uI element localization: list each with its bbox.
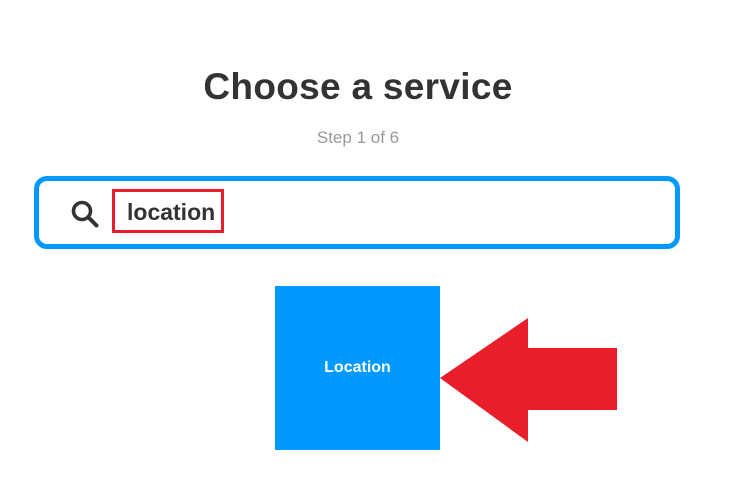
choose-service-page: Choose a service Step 1 of 6 Location xyxy=(0,0,730,480)
search-icon xyxy=(71,200,99,228)
step-indicator: Step 1 of 6 xyxy=(316,128,400,147)
service-tile-location[interactable]: Location xyxy=(275,286,440,450)
pointer-arrow-icon xyxy=(440,318,617,442)
service-tile-label: Location xyxy=(324,359,391,376)
search-input[interactable] xyxy=(118,190,518,234)
page-title: Choose a service xyxy=(203,66,513,107)
search-box[interactable] xyxy=(34,176,680,249)
